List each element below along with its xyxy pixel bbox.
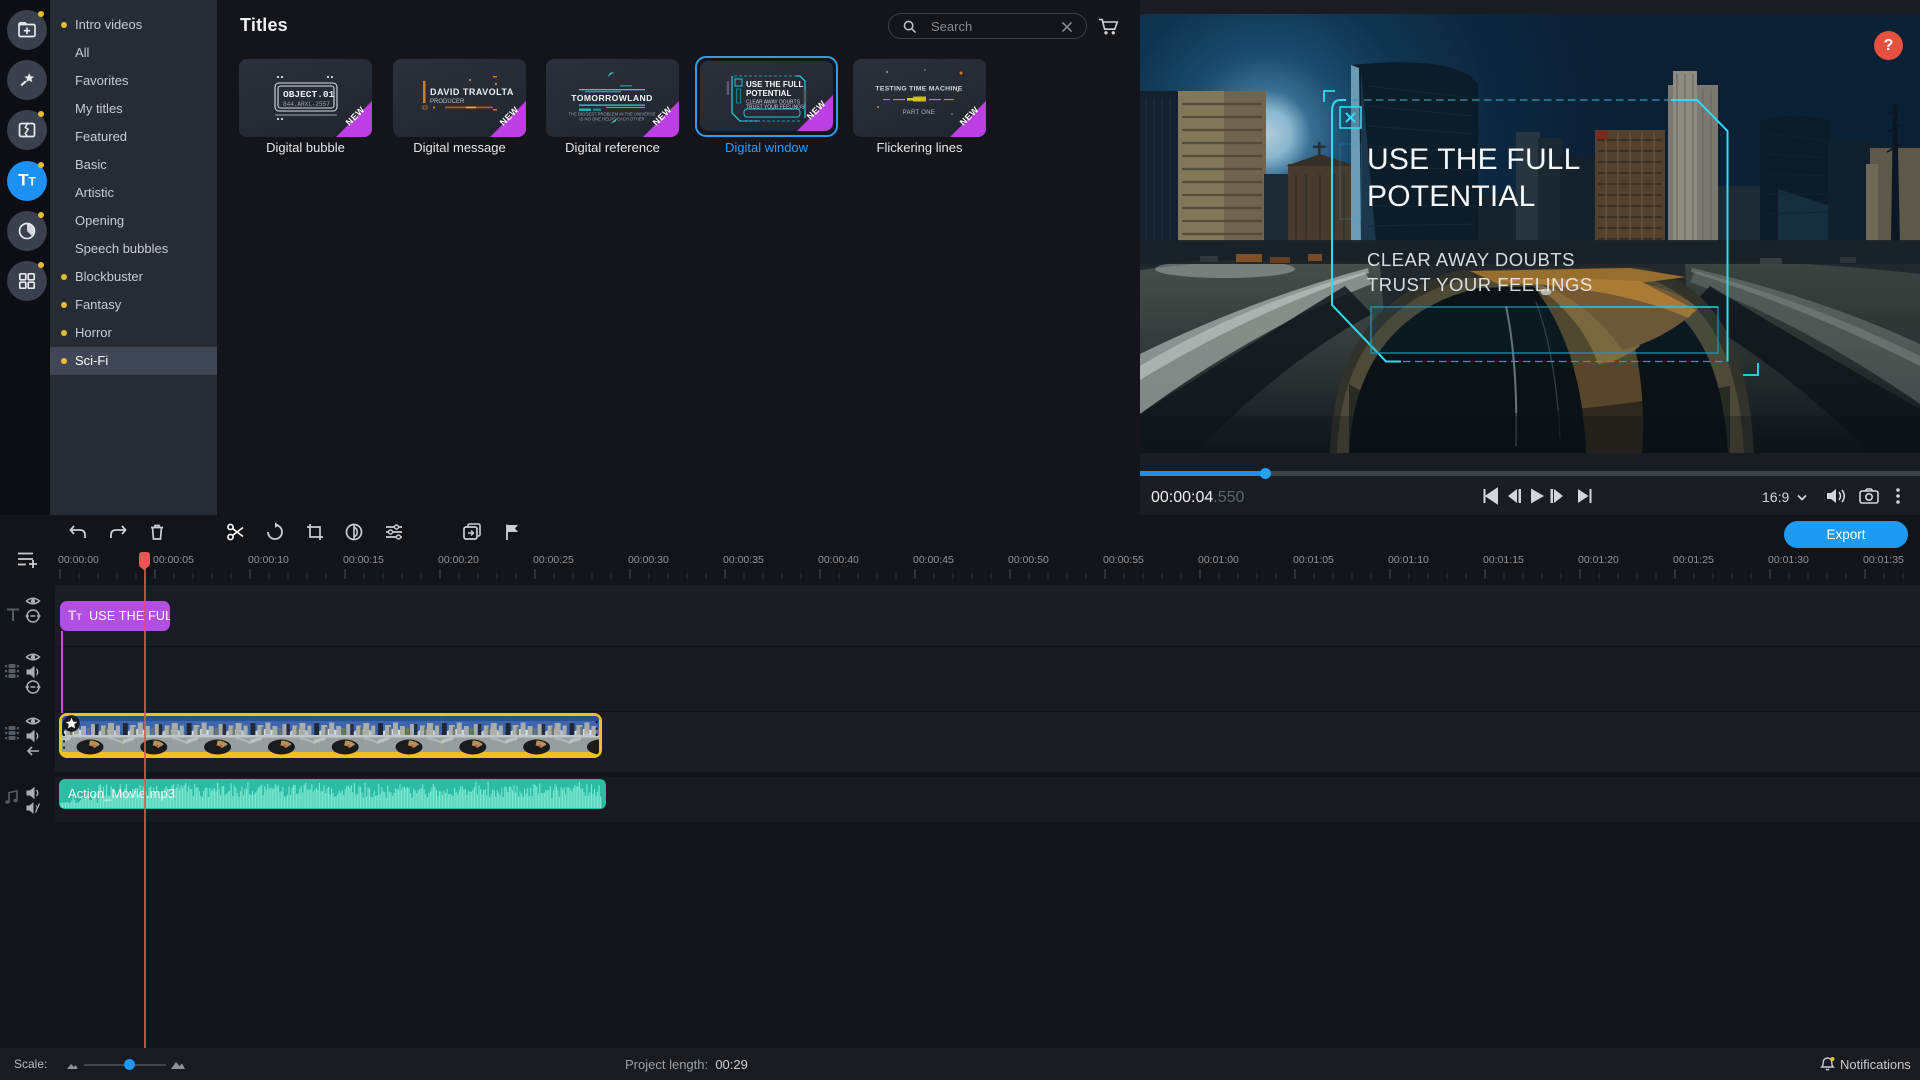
svg-text:OBJECT.01: OBJECT.01: [283, 89, 335, 100]
svg-text:844.ARXL-2557: 844.ARXL-2557: [283, 101, 330, 108]
svg-text:TESTING TIME MACHINE: TESTING TIME MACHINE: [875, 86, 962, 93]
svg-text:PRODUCER: PRODUCER: [430, 99, 465, 105]
svg-text:USE THE FULL: USE THE FULL: [746, 80, 803, 89]
svg-text:POTENTIAL: POTENTIAL: [746, 89, 791, 98]
svg-text:IS NO ONE HELPS EACH OTHER: IS NO ONE HELPS EACH OTHER: [579, 117, 644, 122]
svg-text:DAVID TRAVOLTA: DAVID TRAVOLTA: [430, 87, 514, 97]
svg-text:PART ONE: PART ONE: [903, 110, 935, 116]
svg-text:TOMORROWLAND: TOMORROWLAND: [571, 93, 653, 103]
